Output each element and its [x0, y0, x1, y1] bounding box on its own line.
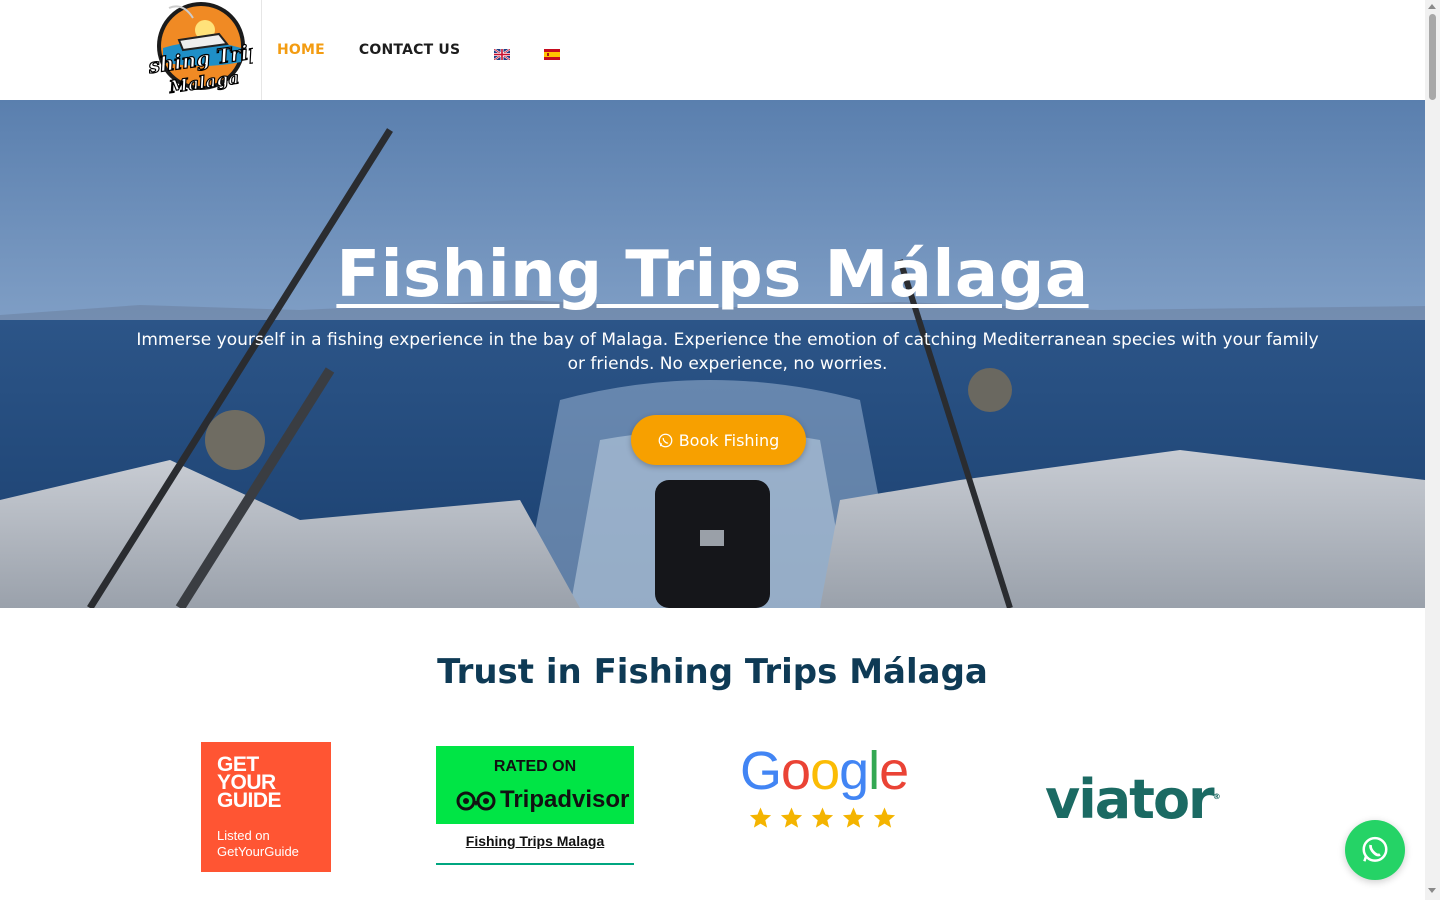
google-letter: l: [868, 741, 880, 801]
whatsapp-icon: [1362, 836, 1388, 862]
nav-home[interactable]: HOME: [277, 42, 325, 58]
tripadvisor-owl-icon: [456, 791, 496, 811]
viator-badge[interactable]: viator®: [1045, 768, 1245, 838]
scroll-down-arrow-icon[interactable]: [1428, 888, 1436, 893]
gyg-logo-text: GET YOUR GUIDE: [217, 753, 282, 812]
google-letter: G: [740, 741, 782, 801]
google-letter: e: [879, 741, 909, 801]
star-icon: [873, 807, 896, 828]
google-logo: Google: [740, 740, 909, 802]
tripadvisor-rated-on: RATED ON: [493, 758, 577, 775]
english-flag-icon[interactable]: [493, 45, 511, 61]
star-icon: [842, 807, 865, 828]
spanish-flag-icon[interactable]: [544, 45, 561, 60]
gyg-listed-text: Listed on GetYourGuide: [217, 828, 299, 859]
tripadvisor-business-name: Fishing Trips Malaga: [465, 833, 605, 849]
star-icon: [749, 807, 772, 828]
hero-content: Fishing Trips Málaga Immerse yourself in…: [0, 100, 1425, 608]
tripadvisor-underline: [436, 863, 634, 865]
google-letter: g: [839, 741, 869, 801]
google-rating-badge[interactable]: Google: [740, 741, 912, 838]
scroll-up-arrow-icon[interactable]: [1428, 4, 1436, 9]
google-stars: [748, 806, 897, 830]
star-icon: [811, 807, 834, 828]
viator-logo: viator: [1045, 768, 1215, 831]
star-icon: [780, 807, 803, 828]
hero-title[interactable]: Fishing Trips Málaga: [0, 238, 1425, 312]
site-logo[interactable]: Fishing Trips Malaga: [140, 0, 262, 100]
hero-subtitle: Immerse yourself in a fishing experience…: [136, 330, 1319, 374]
google-letter: o: [810, 741, 840, 801]
logo-image: Fishing Trips Malaga: [149, 2, 253, 99]
scrollbar-thumb[interactable]: [1429, 14, 1436, 100]
book-fishing-button[interactable]: Book Fishing: [631, 415, 806, 465]
tripadvisor-brand: Tripadvisor: [456, 786, 629, 814]
getyourguide-badge[interactable]: GET YOUR GUIDE Listed on GetYourGuide: [201, 742, 331, 872]
whatsapp-icon: [658, 433, 673, 447]
main-nav: HOME CONTACT US: [277, 0, 594, 100]
google-letter: o: [781, 741, 811, 801]
hero-section: Fishing Trips Málaga Immerse yourself in…: [0, 100, 1425, 608]
whatsapp-float-button[interactable]: [1345, 820, 1405, 880]
registered-mark: ®: [1212, 792, 1221, 801]
nav-contact-us[interactable]: CONTACT US: [359, 42, 460, 58]
site-header: Fishing Trips Malaga HOME CONTACT US: [0, 0, 1425, 101]
tripadvisor-badge[interactable]: RATED ON Tripadvisor Fishing Trips Malag…: [436, 746, 634, 866]
trust-title: Trust in Fishing Trips Málaga: [437, 652, 988, 692]
book-fishing-label: Book Fishing: [678, 430, 780, 450]
page-scrollbar[interactable]: [1425, 0, 1440, 900]
